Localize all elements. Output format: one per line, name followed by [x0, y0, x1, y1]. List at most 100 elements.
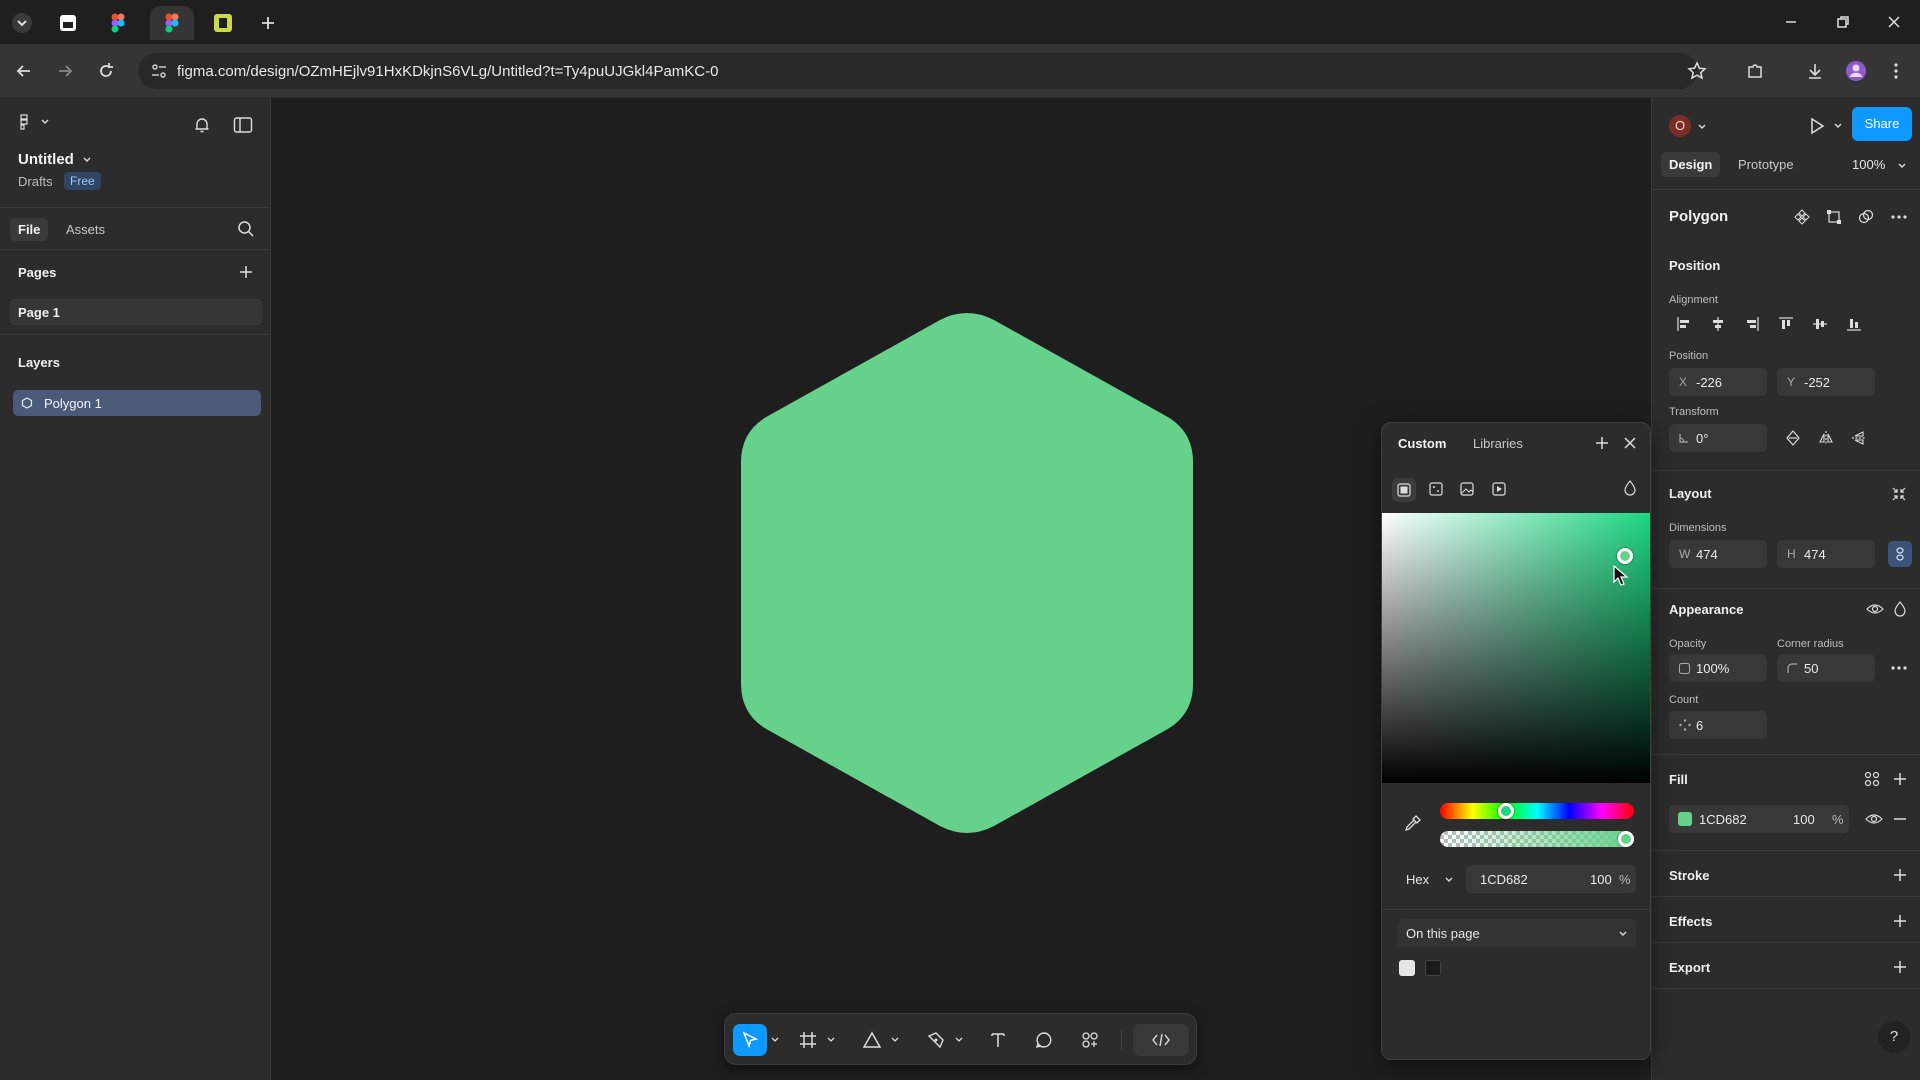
browser-menu-button[interactable]: [1884, 59, 1908, 83]
frame-tool-menu[interactable]: [825, 1024, 837, 1056]
gradient-fill-button[interactable]: [1429, 482, 1443, 496]
picker-blend-mode-button[interactable]: [1623, 480, 1637, 496]
notifications-button[interactable]: [193, 116, 211, 134]
bookmark-button[interactable]: [1685, 59, 1709, 83]
actions-tool-button[interactable]: [1075, 1024, 1105, 1056]
file-title[interactable]: Untitled: [18, 151, 92, 168]
add-page-button[interactable]: [238, 264, 254, 280]
layer-item[interactable]: Polygon 1: [13, 390, 261, 416]
y-position-input[interactable]: Y -252: [1777, 368, 1875, 396]
dev-mode-toggle[interactable]: [1133, 1024, 1189, 1056]
zoom-dropdown[interactable]: 100%: [1852, 157, 1907, 172]
tab-figma-active[interactable]: [150, 6, 194, 40]
opacity-slider[interactable]: [1440, 831, 1634, 847]
align-left-button[interactable]: [1676, 316, 1692, 332]
text-tool-button[interactable]: [983, 1024, 1013, 1056]
frame-tool-button[interactable]: [793, 1024, 823, 1056]
back-button[interactable]: [12, 59, 36, 83]
saturation-value-area[interactable]: [1382, 513, 1650, 783]
align-horizontal-center-button[interactable]: [1710, 316, 1726, 332]
video-fill-button[interactable]: [1492, 482, 1506, 496]
fill-visibility-button[interactable]: [1865, 811, 1883, 827]
height-input[interactable]: H 474: [1777, 540, 1875, 568]
omnibox[interactable]: figma.com/design/OZmHEjlv91HxKDkjnS6VLg/…: [138, 53, 1698, 89]
more-options-button[interactable]: [1890, 209, 1908, 225]
pen-tool-menu[interactable]: [953, 1024, 965, 1056]
flip-horizontal-button[interactable]: [1818, 430, 1834, 446]
rotation-input[interactable]: 0°: [1669, 424, 1767, 452]
component-button[interactable]: [1794, 209, 1810, 225]
opacity-input[interactable]: 100%: [1669, 654, 1767, 682]
swatch-scope-select[interactable]: On this page: [1398, 919, 1636, 947]
new-tab-button[interactable]: [256, 6, 280, 40]
minimize-button[interactable]: [1781, 12, 1801, 32]
tab-libraries[interactable]: Libraries: [1473, 436, 1523, 451]
restore-button[interactable]: [1833, 12, 1853, 32]
move-tool-menu[interactable]: [769, 1024, 781, 1056]
x-position-input[interactable]: X -226: [1669, 368, 1767, 396]
shape-tool-menu[interactable]: [889, 1024, 901, 1056]
picker-hex-input[interactable]: 1CD682 100 %: [1466, 865, 1636, 893]
present-button[interactable]: [1808, 117, 1844, 135]
hue-slider[interactable]: [1440, 803, 1634, 819]
align-right-button[interactable]: [1744, 316, 1760, 332]
tab-app-3[interactable]: [211, 6, 235, 40]
image-fill-button[interactable]: [1460, 482, 1474, 496]
add-stroke-button[interactable]: [1892, 867, 1908, 883]
fill-styles-button[interactable]: [1864, 771, 1880, 787]
flip-vertical-button[interactable]: [1851, 430, 1867, 446]
add-fill-button[interactable]: [1892, 771, 1908, 787]
tab-assets[interactable]: Assets: [58, 218, 113, 241]
constrain-proportions-toggle[interactable]: [1888, 541, 1912, 567]
corner-options-button[interactable]: [1890, 661, 1908, 675]
saturation-value-handle[interactable]: [1617, 548, 1633, 565]
reload-button[interactable]: [94, 59, 118, 83]
blend-mode-button[interactable]: [1893, 601, 1907, 617]
share-button[interactable]: Share: [1852, 107, 1912, 141]
profile-button[interactable]: [1844, 59, 1868, 83]
move-tool-button[interactable]: [733, 1024, 767, 1056]
tab-figma-1[interactable]: [106, 6, 130, 40]
boolean-button[interactable]: [1858, 209, 1874, 225]
tab-file[interactable]: File: [10, 218, 49, 241]
search-layers-button[interactable]: [237, 220, 255, 238]
align-top-button[interactable]: [1778, 316, 1794, 332]
width-input[interactable]: W 474: [1669, 540, 1767, 568]
toggle-sidebar-button[interactable]: [233, 116, 253, 134]
polygon-shape[interactable]: [730, 312, 1204, 834]
tab-design[interactable]: Design: [1661, 152, 1721, 177]
fill-swatch[interactable]: [1678, 812, 1692, 826]
document-swatch[interactable]: [1399, 960, 1415, 976]
edit-object-button[interactable]: [1826, 209, 1842, 225]
rotate-button[interactable]: [1785, 430, 1801, 446]
align-bottom-button[interactable]: [1846, 316, 1862, 332]
downloads-button[interactable]: [1803, 59, 1827, 83]
add-effect-button[interactable]: [1892, 913, 1908, 929]
file-location[interactable]: Drafts: [18, 174, 53, 189]
count-input[interactable]: 6: [1669, 711, 1767, 739]
solid-fill-button[interactable]: [1392, 478, 1416, 502]
add-export-button[interactable]: [1892, 959, 1908, 975]
help-button[interactable]: ?: [1878, 1021, 1910, 1053]
multiplayer-avatar-button[interactable]: O: [1669, 115, 1715, 141]
color-mode-select[interactable]: Hex: [1398, 865, 1460, 893]
pen-tool-button[interactable]: [921, 1024, 951, 1056]
add-swatch-button[interactable]: [1594, 435, 1610, 451]
remove-fill-button[interactable]: [1892, 811, 1908, 827]
align-vertical-center-button[interactable]: [1812, 316, 1828, 332]
shape-tool-button[interactable]: [857, 1024, 887, 1056]
close-picker-button[interactable]: [1622, 435, 1638, 451]
tab-custom[interactable]: Custom: [1398, 436, 1446, 451]
tab-app-1[interactable]: [56, 6, 80, 40]
hue-handle[interactable]: [1497, 803, 1514, 819]
corner-radius-input[interactable]: 50: [1777, 654, 1875, 682]
close-window-button[interactable]: [1884, 12, 1904, 32]
opacity-handle[interactable]: [1618, 831, 1634, 847]
main-menu-button[interactable]: [18, 114, 50, 130]
toggle-visibility-button[interactable]: [1866, 601, 1884, 617]
comment-tool-button[interactable]: [1029, 1024, 1059, 1056]
page-item[interactable]: Page 1: [10, 299, 262, 325]
layout-options-button[interactable]: [1891, 486, 1907, 502]
tab-search-button[interactable]: [10, 6, 34, 40]
site-settings-icon[interactable]: [150, 62, 168, 80]
